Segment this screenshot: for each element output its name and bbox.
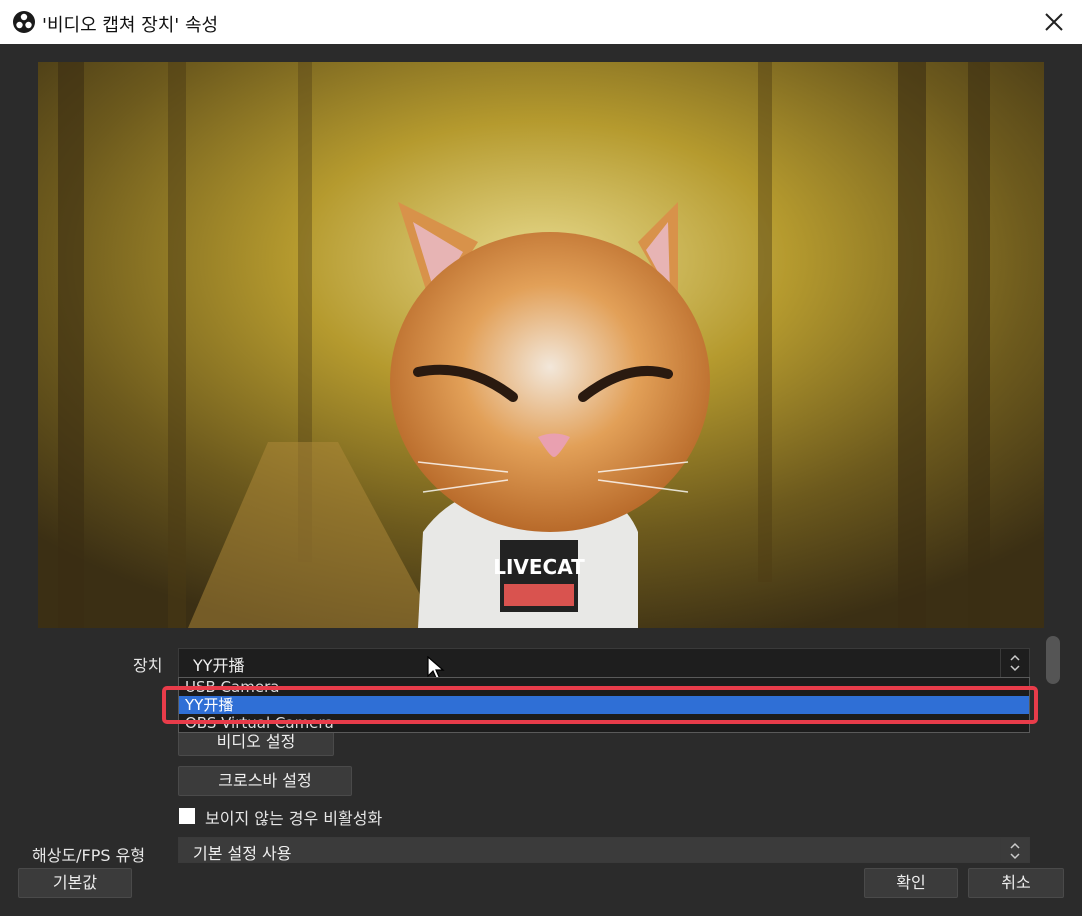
video-preview: LIVECAT (38, 62, 1044, 628)
combo-spin-icon (1000, 838, 1029, 862)
resolution-combobox-value: 기본 설정 사용 (193, 844, 292, 863)
defaults-button[interactable]: 기본값 (18, 868, 132, 898)
highlight-box (162, 686, 1038, 724)
deactivate-checkbox-label: 보이지 않는 경우 비활성화 (205, 809, 383, 828)
obs-logo-icon (13, 11, 35, 33)
cancel-button[interactable]: 취소 (968, 868, 1064, 898)
window-title: '비디오 캡쳐 장치' 속성 (42, 15, 219, 36)
close-icon[interactable] (1040, 8, 1068, 36)
title-bar: '비디오 캡쳐 장치' 속성 (0, 0, 1082, 44)
combo-spin-icon (1000, 649, 1029, 677)
device-combobox-value: YY开播 (193, 656, 245, 675)
crossbar-settings-button[interactable]: 크로스바 설정 (178, 766, 352, 796)
device-combobox[interactable]: YY开播 (178, 648, 1030, 678)
resolution-combobox[interactable]: 기본 설정 사용 (178, 837, 1030, 863)
preview-image: LIVECAT (38, 62, 1044, 628)
device-label: 장치 (133, 656, 163, 675)
scrollbar-thumb[interactable] (1046, 636, 1060, 684)
deactivate-checkbox[interactable] (179, 808, 195, 824)
ok-button[interactable]: 확인 (864, 868, 958, 898)
shirt-text: LIVECAT (493, 555, 585, 579)
resolution-label: 해상도/FPS 유형 (32, 846, 146, 865)
